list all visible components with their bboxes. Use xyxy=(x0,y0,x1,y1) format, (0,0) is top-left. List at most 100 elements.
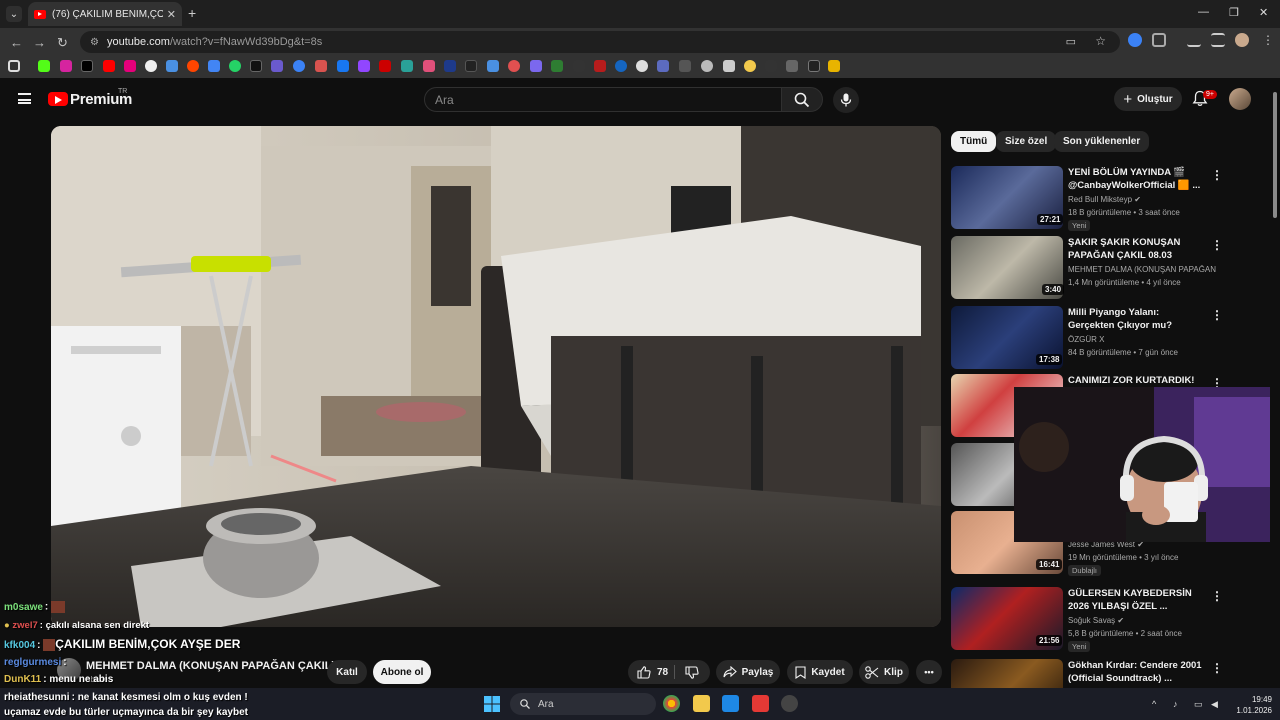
volume-tray-icon[interactable]: ◀ xyxy=(1211,699,1218,710)
taskbar-search[interactable]: Ara xyxy=(510,693,656,715)
bookmark-icon-19[interactable] xyxy=(423,60,435,72)
bookmark-icon-7[interactable] xyxy=(166,60,178,72)
share-button[interactable]: Paylaş xyxy=(716,660,780,684)
video-title[interactable]: Milli Piyango Yalanı: Gerçekten Çıkıyor … xyxy=(1068,306,1208,332)
bookmark-icon-12[interactable] xyxy=(271,60,283,72)
minimize-icon[interactable]: — xyxy=(1198,6,1209,18)
bookmark-icon-37[interactable] xyxy=(808,60,820,72)
video-menu-icon[interactable]: ⋮ xyxy=(1211,661,1223,675)
bookmark-icon-25[interactable] xyxy=(551,60,563,72)
bookmark-icon-20[interactable] xyxy=(444,60,456,72)
video-menu-icon[interactable]: ⋮ xyxy=(1211,589,1223,603)
bookmark-icon-17[interactable] xyxy=(379,60,391,72)
recommended-video[interactable]: 27:21 YENİ BÖLÜM YAYINDA 🎬 @CanbayWolker… xyxy=(951,166,1251,231)
bookmark-icon-11[interactable] xyxy=(250,60,262,72)
back-icon[interactable]: ← xyxy=(10,35,23,50)
browser-menu-icon[interactable]: ⋮ xyxy=(1262,33,1276,47)
chrome-taskbar-icon[interactable] xyxy=(663,695,680,712)
save-button[interactable]: Kaydet xyxy=(787,660,853,684)
chip-all[interactable]: Tümü xyxy=(951,131,997,152)
join-button[interactable]: Katıl xyxy=(327,660,367,684)
create-button[interactable]: + Oluştur xyxy=(1114,87,1182,111)
bookmark-star-icon[interactable]: ☆ xyxy=(1095,34,1106,48)
search-input[interactable]: Ara xyxy=(424,87,782,112)
search-button[interactable] xyxy=(781,87,823,112)
bookmark-folder-icon[interactable] xyxy=(828,60,840,72)
bookmark-icon-5[interactable] xyxy=(124,60,136,72)
bookmark-youtube-icon[interactable] xyxy=(103,60,115,72)
extensions-puzzle-icon[interactable] xyxy=(1152,33,1166,47)
video-player[interactable] xyxy=(51,126,941,627)
thumbs-down-icon[interactable] xyxy=(685,666,699,679)
scrollbar-thumb[interactable] xyxy=(1273,92,1277,218)
steam-taskbar-icon[interactable] xyxy=(781,695,798,712)
mic-tray-icon[interactable]: ♪ xyxy=(1173,699,1178,709)
bookmark-icon-29[interactable] xyxy=(636,60,648,72)
bookmark-icon-21[interactable] xyxy=(465,60,477,72)
chip-recent[interactable]: Son yüklenenler xyxy=(1054,131,1150,152)
bookmark-icon-36[interactable] xyxy=(786,60,798,72)
tray-chevron-icon[interactable]: ^ xyxy=(1152,699,1156,709)
recommended-video[interactable]: 17:38 Milli Piyango Yalanı: Gerçekten Çı… xyxy=(951,306,1251,370)
reading-list-icon[interactable] xyxy=(1211,33,1225,47)
profile-icon[interactable] xyxy=(1235,33,1249,47)
voice-search-button[interactable] xyxy=(833,87,859,113)
browser-tab-active[interactable]: (76) ÇAKILIM BENİM,ÇOK AYŞE ✕ xyxy=(28,2,182,26)
network-tray-icon[interactable]: ▭ xyxy=(1194,699,1203,710)
channel-name[interactable]: MEHMET DALMA (KONUŞAN PAPAĞAN ÇAKIL) xyxy=(86,660,335,672)
bookmark-icon-14[interactable] xyxy=(315,60,327,72)
page-scrollbar[interactable] xyxy=(1270,78,1280,688)
apps-grid-icon[interactable] xyxy=(8,60,20,72)
video-title[interactable]: ŞAKIR ŞAKIR KONUŞAN PAPAĞAN ÇAKIL 08.03 xyxy=(1068,236,1208,262)
recommended-video[interactable]: 21:56 GÜLERSEN KAYBEDERSİN 2026 YILBAŞI … xyxy=(951,587,1251,652)
video-title[interactable]: GÜLERSEN KAYBEDERSİN 2026 YILBAŞI ÖZEL .… xyxy=(1068,587,1208,613)
recommended-video[interactable]: 3:40 ŞAKIR ŞAKIR KONUŞAN PAPAĞAN ÇAKIL 0… xyxy=(951,236,1251,300)
video-title[interactable]: YENİ BÖLÜM YAYINDA 🎬 @CanbayWolkerOffici… xyxy=(1068,166,1208,192)
download-icon[interactable] xyxy=(1187,33,1201,47)
tab-close-icon[interactable]: ✕ xyxy=(167,8,176,21)
windows-start-icon[interactable] xyxy=(484,696,500,712)
video-title[interactable]: Gökhan Kırdar: Cendere 2001 (Official So… xyxy=(1068,659,1208,685)
bookmark-google-icon[interactable] xyxy=(145,60,157,72)
bookmark-icon-28[interactable] xyxy=(615,60,627,72)
cast-icon[interactable]: ▭ xyxy=(1066,35,1076,48)
video-menu-icon[interactable]: ⋮ xyxy=(1211,308,1223,322)
bookmark-translate-icon[interactable] xyxy=(208,60,220,72)
restore-icon[interactable]: ❐ xyxy=(1229,6,1239,19)
video-channel[interactable]: ÖZGÜR X xyxy=(1068,335,1218,344)
hamburger-menu-icon[interactable] xyxy=(18,93,31,104)
system-clock[interactable]: 19:49 1.01.2026 xyxy=(1232,694,1272,716)
bookmark-facebook-icon[interactable] xyxy=(337,60,349,72)
bookmark-reddit-icon[interactable] xyxy=(187,60,199,72)
extension-icon[interactable] xyxy=(1128,33,1142,47)
recommended-video[interactable]: Gökhan Kırdar: Cendere 2001 (Official So… xyxy=(951,659,1251,688)
clip-button[interactable]: Klip xyxy=(859,660,909,684)
bookmark-kick-icon[interactable] xyxy=(38,60,50,72)
bookmark-instagram-icon[interactable] xyxy=(60,60,72,72)
store-icon[interactable] xyxy=(722,695,739,712)
site-info-icon[interactable]: ⚙ xyxy=(90,37,99,48)
bookmark-icon-18[interactable] xyxy=(401,60,413,72)
url-field[interactable]: ⚙ youtube.com/watch?v=fNawWd39bDg&t=8s ▭… xyxy=(80,31,1120,53)
file-explorer-icon[interactable] xyxy=(693,695,710,712)
youtube-logo-icon[interactable] xyxy=(48,92,68,106)
more-actions-button[interactable]: ••• xyxy=(916,660,942,684)
tab-search-icon[interactable]: ⌄ xyxy=(6,6,22,22)
bookmark-icon-34[interactable] xyxy=(744,60,756,72)
video-channel[interactable]: Soğuk Savaş ✔ xyxy=(1068,616,1218,625)
subscribe-button[interactable]: Abone ol xyxy=(373,660,431,684)
video-thumbnail[interactable] xyxy=(951,659,1063,688)
bookmark-icon-26[interactable] xyxy=(573,60,585,72)
video-channel[interactable]: Red Bull Miksteyp ✔ xyxy=(1068,195,1218,204)
reload-icon[interactable]: ↻ xyxy=(57,35,68,51)
video-menu-icon[interactable]: ⋮ xyxy=(1211,238,1223,252)
bookmark-icon-27[interactable] xyxy=(594,60,606,72)
new-tab-button[interactable]: + xyxy=(188,5,196,21)
chip-for-you[interactable]: Size özel xyxy=(996,131,1057,152)
bookmark-icon-23[interactable] xyxy=(508,60,520,72)
bookmark-icon-24[interactable] xyxy=(530,60,542,72)
bookmark-twitch-icon[interactable] xyxy=(358,60,370,72)
forward-icon[interactable]: → xyxy=(33,35,46,50)
close-window-icon[interactable]: ✕ xyxy=(1259,6,1268,19)
bookmark-icon-32[interactable] xyxy=(701,60,713,72)
